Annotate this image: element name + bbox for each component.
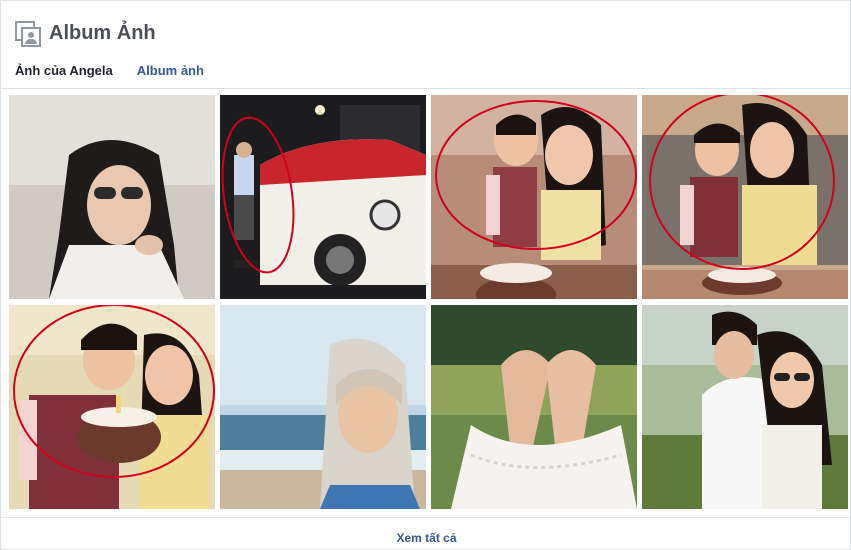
- album-tabs: Ảnh của Angela Album ảnh: [15, 59, 228, 89]
- photo-thumbnail[interactable]: [9, 95, 215, 299]
- photo-thumbnail[interactable]: [220, 305, 426, 509]
- tab-albums[interactable]: Album ảnh: [137, 59, 204, 87]
- photo-thumbnail[interactable]: [642, 305, 848, 509]
- tab-angela-photos[interactable]: Ảnh của Angela: [15, 59, 113, 87]
- photo-thumbnail[interactable]: [9, 305, 215, 509]
- album-title: Album Ảnh: [49, 21, 156, 44]
- photo-thumbnail[interactable]: [431, 305, 637, 509]
- footer-divider: [1, 517, 850, 518]
- header-divider: [1, 88, 850, 89]
- photo-thumbnail[interactable]: [431, 95, 637, 299]
- album-header: Album Ảnh: [15, 19, 156, 47]
- photo-thumbnail[interactable]: [220, 95, 426, 299]
- photo-album-icon: [15, 21, 41, 47]
- see-all-link[interactable]: Xem tất cả: [1, 531, 851, 545]
- album-panel: Album Ảnh Ảnh của Angela Album ảnh Xem t…: [0, 0, 851, 550]
- photo-grid: [9, 95, 848, 509]
- photo-thumbnail[interactable]: [642, 95, 848, 299]
